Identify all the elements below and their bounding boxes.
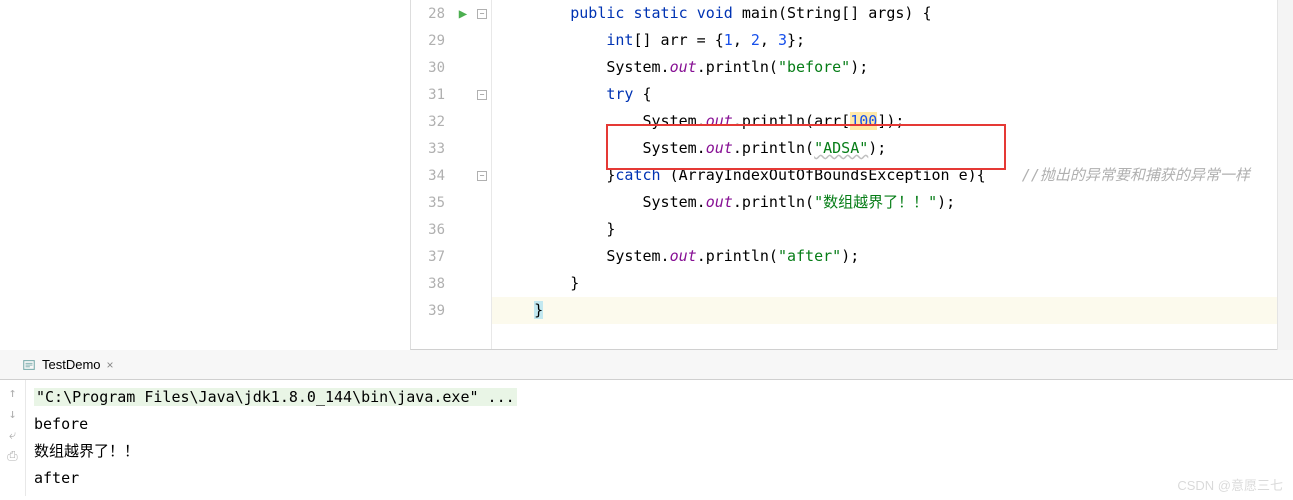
keyword: void — [697, 4, 733, 22]
console-toolbar: ↑ ↓ ⤶ ⎙ — [0, 380, 26, 496]
code-text: .println( — [697, 58, 778, 76]
line-number: 31 — [411, 87, 453, 103]
keyword: static — [633, 4, 687, 22]
code-text: (String[] args) { — [778, 4, 932, 22]
code-text: (ArrayIndexOutOfBoundsException e){ — [661, 166, 986, 184]
code-text: System. — [643, 112, 706, 130]
code-text: ]); — [877, 112, 904, 130]
comment: //抛出的异常要和捕获的异常一样 — [1022, 166, 1250, 184]
field-ref: out — [706, 193, 733, 211]
line-number: 29 — [411, 33, 453, 49]
output-line: 数组越界了！！ — [34, 438, 517, 465]
output-line: after — [34, 465, 517, 492]
fold-toggle-icon[interactable]: − — [477, 9, 487, 19]
code-text: .println( — [697, 247, 778, 265]
console-panel: ↑ ↓ ⤶ ⎙ "C:\Program Files\Java\jdk1.8.0_… — [0, 380, 1293, 496]
code-text: ); — [850, 58, 868, 76]
line-number: 30 — [411, 60, 453, 76]
number-literal: 3 — [778, 31, 787, 49]
keyword: public — [570, 4, 624, 22]
code-text: { — [633, 85, 651, 103]
run-config-icon — [22, 358, 36, 372]
highlighted-number: 100 — [850, 112, 877, 130]
line-number: 39 — [411, 303, 453, 319]
method-name: main — [742, 4, 778, 22]
output-line: before — [34, 411, 517, 438]
code-editor[interactable]: 28▶− 29 30 31− 32 33 34− 35 36 37 38 39 … — [410, 0, 1293, 350]
close-icon[interactable]: × — [107, 358, 114, 372]
vertical-scrollbar[interactable] — [1277, 0, 1293, 350]
wrap-icon[interactable]: ⤶ — [9, 428, 16, 443]
field-ref: out — [670, 58, 697, 76]
code-text: .println(arr[ — [733, 112, 850, 130]
code-text: }; — [787, 31, 805, 49]
line-number: 36 — [411, 222, 453, 238]
string-literal: "ADSA" — [814, 139, 868, 157]
code-text: } — [570, 274, 579, 292]
line-number: 34 — [411, 168, 453, 184]
up-arrow-icon[interactable]: ↑ — [9, 386, 17, 401]
code-content[interactable]: public static void main(String[] args) {… — [492, 0, 1293, 349]
command-line: "C:\Program Files\Java\jdk1.8.0_144\bin\… — [34, 388, 517, 406]
code-text: ); — [841, 247, 859, 265]
keyword: int — [606, 31, 633, 49]
keyword: try — [606, 85, 633, 103]
line-number: 37 — [411, 249, 453, 265]
gutter: 28▶− 29 30 31− 32 33 34− 35 36 37 38 39 — [411, 0, 492, 349]
line-number: 33 — [411, 141, 453, 157]
line-number: 38 — [411, 276, 453, 292]
line-number: 28 — [411, 6, 453, 22]
run-tab-label: TestDemo — [42, 357, 101, 372]
code-text: [] arr = { — [633, 31, 723, 49]
code-text: System. — [606, 58, 669, 76]
code-text: ); — [868, 139, 886, 157]
string-literal: "数组越界了！！" — [814, 193, 937, 211]
code-text: System. — [606, 247, 669, 265]
string-literal: "after" — [778, 247, 841, 265]
field-ref: out — [706, 112, 733, 130]
run-tabbar: TestDemo × — [0, 350, 1293, 380]
code-text: System. — [643, 139, 706, 157]
number-literal: 2 — [751, 31, 760, 49]
number-literal: 1 — [724, 31, 733, 49]
fold-toggle-icon[interactable]: − — [477, 171, 487, 181]
code-text: ); — [937, 193, 955, 211]
code-text: } — [534, 301, 543, 319]
line-number: 32 — [411, 114, 453, 130]
watermark: CSDN @意愿三七 — [1177, 475, 1283, 494]
code-text: } — [606, 220, 615, 238]
run-gutter-icon[interactable]: ▶ — [453, 6, 473, 22]
field-ref: out — [706, 139, 733, 157]
fold-toggle-icon[interactable]: − — [477, 90, 487, 100]
line-number: 35 — [411, 195, 453, 211]
print-icon[interactable]: ⎙ — [7, 449, 17, 464]
keyword: catch — [615, 166, 660, 184]
code-text: .println( — [733, 139, 814, 157]
string-literal: "before" — [778, 58, 850, 76]
down-arrow-icon[interactable]: ↓ — [9, 407, 17, 422]
run-tab[interactable]: TestDemo × — [14, 353, 122, 376]
field-ref: out — [670, 247, 697, 265]
code-text: System. — [643, 193, 706, 211]
code-text: .println( — [733, 193, 814, 211]
console-output[interactable]: "C:\Program Files\Java\jdk1.8.0_144\bin\… — [26, 380, 525, 496]
